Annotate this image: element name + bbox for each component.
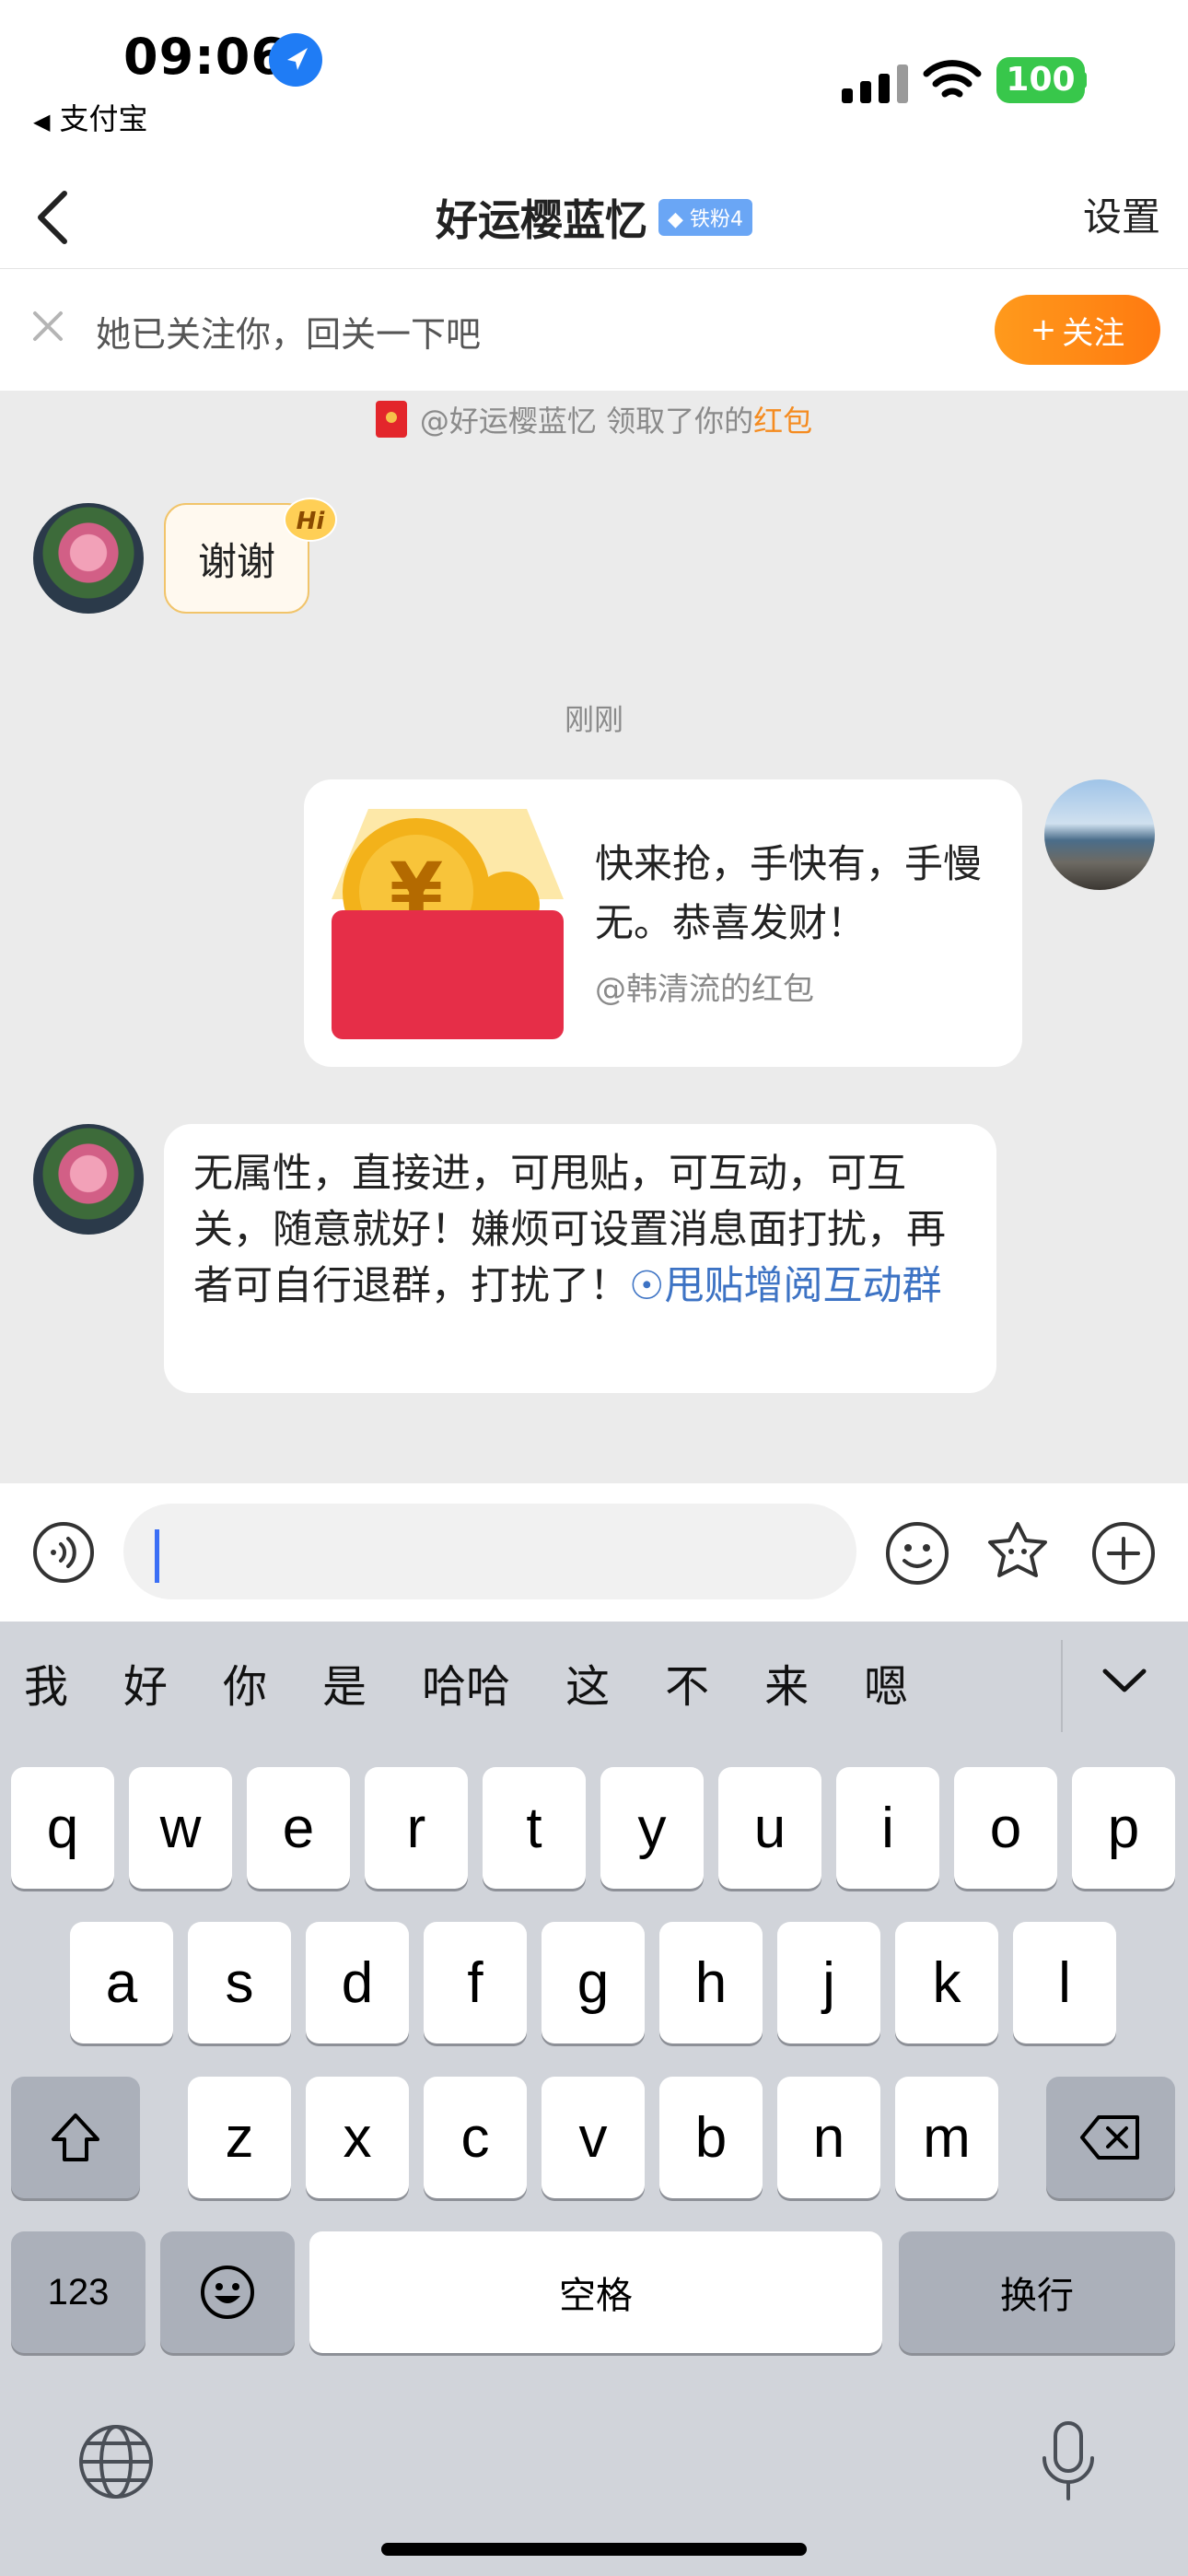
key-l[interactable]: l <box>1013 1922 1116 2043</box>
battery-cap <box>1079 72 1087 88</box>
back-to-app-link[interactable]: ◀ 支付宝 <box>33 96 147 138</box>
my-avatar[interactable] <box>1044 779 1155 890</box>
key-d[interactable]: d <box>306 1922 409 2043</box>
redpacket-sender: @韩清流的红包 <box>595 971 814 1008</box>
battery-icon: 100 <box>996 57 1085 103</box>
key-g[interactable]: g <box>542 1922 645 2043</box>
key-v[interactable]: v <box>542 2077 645 2198</box>
candidate-divider <box>1061 1640 1063 1732</box>
fan-level-badge: ◆ 铁粉4 <box>658 199 752 236</box>
key-w[interactable]: w <box>129 1767 232 1889</box>
key-b[interactable]: b <box>659 2077 763 2198</box>
back-app-label: 支付宝 <box>59 101 148 136</box>
candidate-word[interactable]: 哈哈 <box>422 1650 510 1715</box>
status-time: 09:06 <box>123 28 286 86</box>
status-bar: 09:06 ◀ 支付宝 100 <box>0 0 1188 166</box>
group-link[interactable]: ☉甩贴增阅互动群 <box>629 1263 942 1309</box>
key-r[interactable]: r <box>365 1767 468 1889</box>
fan-level-label: 铁粉4 <box>689 208 743 231</box>
key-y[interactable]: y <box>600 1767 704 1889</box>
follow-prompt-text: 她已关注你，回关一下吧 <box>96 314 482 355</box>
back-chevron-icon[interactable] <box>28 181 83 254</box>
key-p[interactable]: p <box>1072 1767 1175 1889</box>
location-arrow-icon <box>269 33 322 87</box>
emoji-smile-icon <box>201 2266 254 2319</box>
follow-button[interactable]: + 关注 <box>995 295 1160 365</box>
nav-title-group: 好运樱蓝忆 ◆ 铁粉4 <box>0 166 1188 269</box>
chevron-down-icon[interactable] <box>1100 1662 1149 1699</box>
home-indicator <box>381 2543 807 2556</box>
return-key[interactable]: 换行 <box>899 2231 1175 2353</box>
keyboard: 我 好 你 是 哈哈 这 不 来 嗯 q w e r t y u i o p a… <box>0 1622 1188 2576</box>
wifi-icon <box>923 59 982 103</box>
key-i[interactable]: i <box>836 1767 939 1889</box>
redpacket-claimed-notice: @好运樱蓝忆 领取了你的红包 <box>0 398 1188 440</box>
message-bubble[interactable]: 无属性，直接进，可甩贴，可互动，可互关，随意就好！嫌烦可设置消息面打扰，再者可自… <box>164 1124 996 1393</box>
key-m[interactable]: m <box>895 2077 998 2198</box>
shift-key[interactable] <box>11 2077 140 2198</box>
key-e[interactable]: e <box>247 1767 350 1889</box>
candidate-bar: 我 好 你 是 哈哈 这 不 来 嗯 <box>0 1622 1188 1743</box>
candidate-word[interactable]: 我 <box>24 1650 68 1715</box>
candidate-word[interactable]: 这 <box>565 1650 610 1715</box>
input-bar <box>0 1483 1188 1622</box>
redpacket-greeting: 快来抢，手快有，手慢无。恭喜发财！ <box>595 841 983 945</box>
shift-arrow-icon <box>52 2113 99 2161</box>
avatar[interactable] <box>33 1124 144 1235</box>
key-n[interactable]: n <box>777 2077 880 2198</box>
follow-prompt-bar: 她已关注你，回关一下吧 + 关注 <box>0 269 1188 391</box>
key-c[interactable]: c <box>424 2077 527 2198</box>
redpacket-link[interactable]: 红包 <box>753 404 812 439</box>
key-a[interactable]: a <box>70 1922 173 2043</box>
text-caret <box>155 1529 159 1583</box>
key-k[interactable]: k <box>895 1922 998 2043</box>
notice-text: @好运樱蓝忆 领取了你的 <box>419 404 754 439</box>
back-triangle-icon: ◀ <box>33 109 51 135</box>
microphone-icon[interactable] <box>1035 2418 1101 2506</box>
plus-icon: + <box>1030 311 1057 348</box>
candidate-word[interactable]: 来 <box>764 1650 809 1715</box>
message-input[interactable] <box>123 1504 856 1599</box>
key-t[interactable]: t <box>483 1767 586 1889</box>
candidate-word[interactable]: 嗯 <box>864 1650 908 1715</box>
settings-button[interactable]: 设置 <box>1083 186 1160 242</box>
key-s[interactable]: s <box>188 1922 291 2043</box>
cellular-signal-icon <box>842 64 908 103</box>
sticker-icon[interactable] <box>984 1518 1052 1587</box>
key-x[interactable]: x <box>306 2077 409 2198</box>
key-f[interactable]: f <box>424 1922 527 2043</box>
page-title: 好运樱蓝忆 <box>436 195 648 245</box>
key-u[interactable]: u <box>718 1767 821 1889</box>
numbers-key[interactable]: 123 <box>11 2231 146 2353</box>
voice-input-icon[interactable] <box>31 1520 96 1585</box>
key-o[interactable]: o <box>954 1767 1057 1889</box>
hi-badge: Hi <box>284 498 337 542</box>
more-plus-icon[interactable] <box>1090 1520 1157 1587</box>
emoji-key[interactable] <box>160 2231 295 2353</box>
candidate-word[interactable]: 不 <box>665 1650 709 1715</box>
key-z[interactable]: z <box>188 2077 291 2198</box>
red-envelope-icon <box>375 401 407 438</box>
message-timestamp: 刚刚 <box>564 702 623 737</box>
group-icon: ☉ <box>629 1263 665 1309</box>
backspace-icon <box>1080 2115 1139 2160</box>
space-key[interactable]: 空格 <box>309 2231 882 2353</box>
candidate-word[interactable]: 你 <box>223 1650 267 1715</box>
candidate-word[interactable]: 是 <box>322 1650 367 1715</box>
key-j[interactable]: j <box>777 1922 880 2043</box>
globe-icon[interactable] <box>77 2423 155 2500</box>
emoji-icon[interactable] <box>884 1520 950 1587</box>
key-h[interactable]: h <box>659 1922 763 2043</box>
avatar[interactable] <box>33 503 144 614</box>
red-envelope-coin-icon: ¥ <box>332 807 564 1039</box>
backspace-key[interactable] <box>1046 2077 1175 2198</box>
close-icon[interactable] <box>28 306 68 346</box>
candidate-word[interactable]: 好 <box>123 1650 168 1715</box>
nav-bar: 好运樱蓝忆 ◆ 铁粉4 设置 <box>0 166 1188 269</box>
follow-button-label: 关注 <box>1062 314 1125 352</box>
key-q[interactable]: q <box>11 1767 114 1889</box>
group-link-label: 甩贴增阅互动群 <box>664 1263 942 1309</box>
redpacket-message-card[interactable]: ¥ 快来抢，手快有，手慢无。恭喜发财！ @韩清流的红包 <box>304 779 1022 1067</box>
